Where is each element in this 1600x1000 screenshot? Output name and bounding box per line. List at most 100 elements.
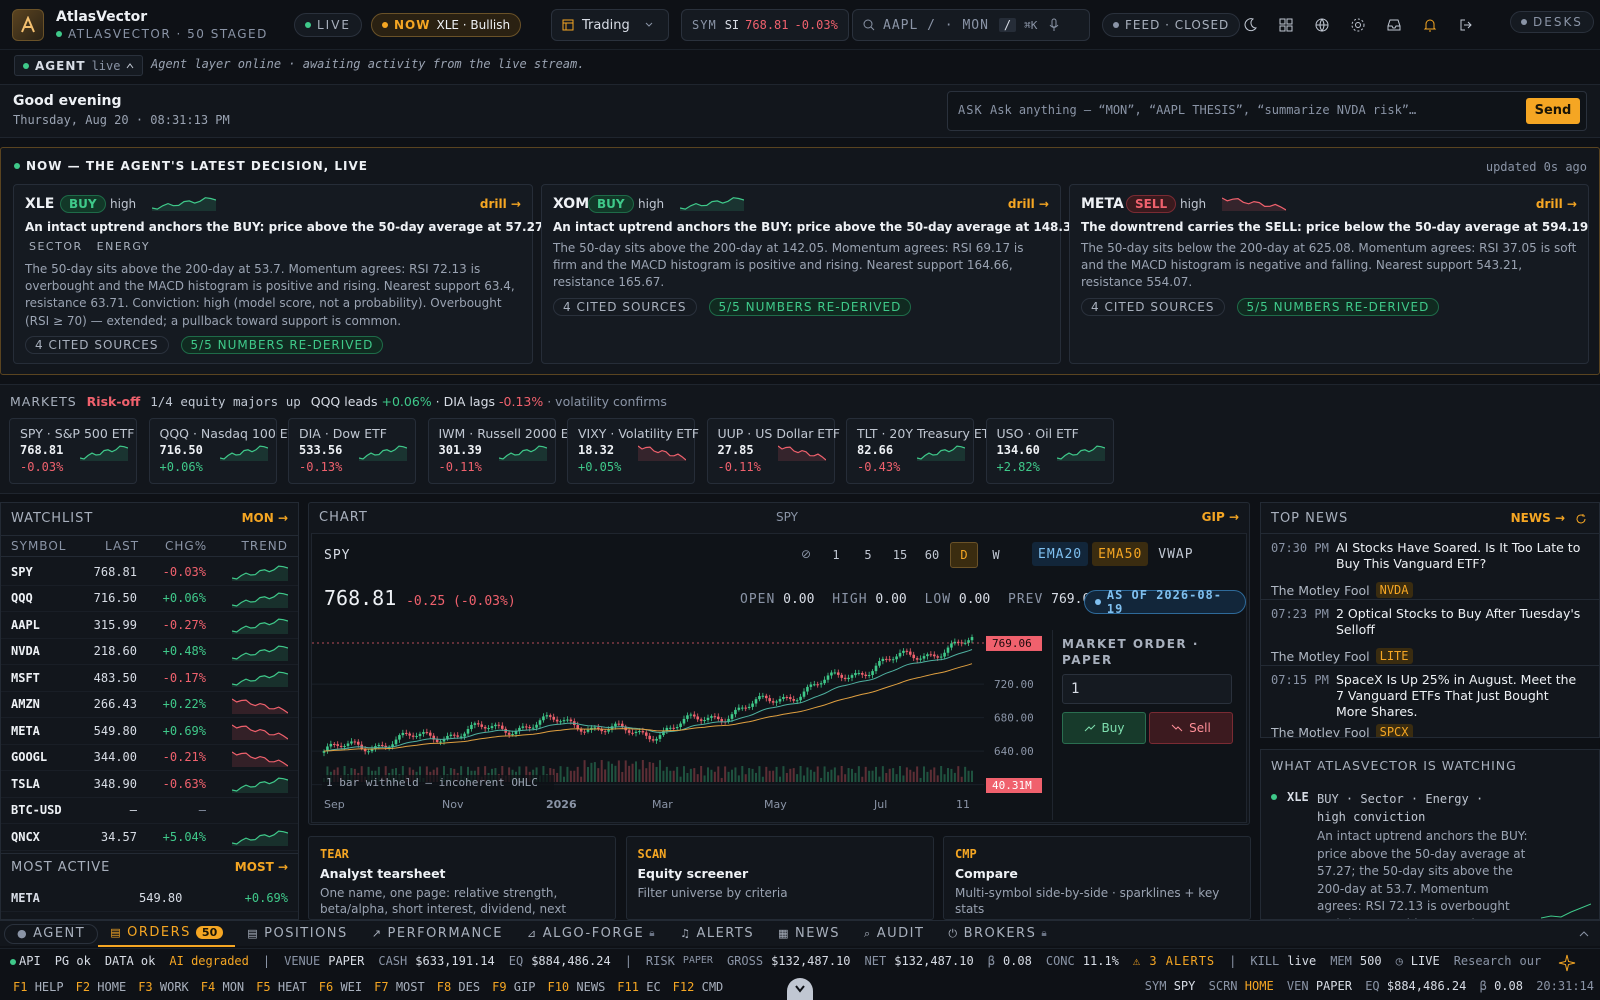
market-tile[interactable]: DIA · Dow ETF 533.56 -0.13% [288, 418, 416, 484]
market-tile[interactable]: SPY · S&P 500 ETF 768.81 -0.03% [9, 418, 137, 484]
interval-button[interactable]: 5 [854, 542, 882, 568]
refresh-icon[interactable] [1575, 513, 1587, 525]
news-item[interactable]: 07:30 PM AI Stocks Have Soared. Is It Too… [1261, 534, 1599, 600]
command-search[interactable]: AAPL / · MON / ⌘K [852, 9, 1090, 41]
news-link[interactable]: NEWS → [1511, 511, 1565, 525]
shortcut-card[interactable]: SCAN Equity screener Filter universe by cr… [625, 836, 934, 920]
interval-button[interactable]: 1 [822, 542, 850, 568]
shortcut-card[interactable]: CMP Compare Multi-symbol side-by-side · sp… [943, 836, 1251, 920]
tab-algo-forge[interactable]: ⊿ ALGO-FORGE 🔒︎ [515, 921, 668, 947]
symbol-quote[interactable]: SYM SI 768.81 -0.03% [681, 9, 849, 41]
drill-link[interactable]: drill → [480, 197, 521, 211]
decision-card[interactable]: XOM BUY high drill → An intact uptrend ancho… [541, 184, 1080, 364]
ask-box[interactable]: ASK Ask anything — “MON”, “AAPL THESIS”,… [947, 91, 1587, 131]
interval-button[interactable]: 15 [886, 542, 914, 568]
feed-status[interactable]: FEED · CLOSED [1102, 13, 1241, 37]
news-ticker-tag[interactable]: LITE [1375, 648, 1413, 664]
logout-icon[interactable] [1458, 17, 1474, 33]
tab-agent[interactable]: ● AGENT [4, 923, 99, 944]
watchlist-row[interactable]: MSFT 483.50 -0.17% [1, 665, 298, 692]
news-item[interactable]: 07:15 PM SpaceX Is Up 25% in August. Meet… [1261, 666, 1599, 737]
price-chart[interactable]: 720.00680.00640.00600.00769.0640.31M1 ba… [312, 630, 1050, 820]
grid-icon[interactable] [1278, 17, 1294, 33]
tab-alerts[interactable]: ♫ ALERTS [668, 921, 766, 947]
watchlist-row[interactable]: GOOGL 344.00 -0.21% [1, 745, 298, 771]
send-button[interactable]: Send [1526, 98, 1580, 124]
interval-button[interactable]: 60 [918, 542, 946, 568]
fkey-cmd[interactable]: F12 CMD [673, 980, 724, 994]
news-item[interactable]: 07:23 PM 2 Optical Stocks to Buy After Tu… [1261, 600, 1599, 666]
moon-icon[interactable] [1242, 17, 1258, 33]
watchlist-row[interactable]: AMZN 266.43 +0.22% [1, 692, 298, 718]
now-badge[interactable]: NOW XLE · Bullish [371, 13, 522, 37]
sparkle-icon[interactable] [1558, 954, 1576, 972]
drill-link[interactable]: drill → [1008, 197, 1049, 211]
shortcut-card[interactable]: TEAR Analyst tearsheet One name, one page:… [308, 836, 616, 920]
cited-sources-badge[interactable]: 4 CITED SOURCES [553, 297, 697, 316]
kill-switch[interactable]: live [1287, 954, 1316, 968]
fkey-wei[interactable]: F6 WEI [319, 980, 362, 994]
inbox-icon[interactable] [1386, 17, 1402, 33]
watchlist-row[interactable]: BTC-USD — — [1, 798, 298, 824]
fkey-home[interactable]: F2 HOME [76, 980, 127, 994]
watchlist-row[interactable]: SPY 768.81 -0.03% [1, 559, 298, 586]
bell-icon[interactable] [1422, 17, 1438, 33]
watchlist-row[interactable]: META 549.80 +0.69% [1, 718, 298, 745]
hide-icon[interactable]: ⊘ [794, 542, 818, 566]
alerts-count[interactable]: ⚠ 3 ALERTS [1133, 954, 1215, 968]
gear-icon[interactable] [1350, 17, 1366, 33]
fkey-gip[interactable]: F9 GIP [492, 980, 535, 994]
decision-card[interactable]: META SELL high drill → The downtrend carries… [1069, 184, 1589, 364]
interval-button[interactable]: W [982, 542, 1010, 568]
fkey-heat[interactable]: F5 HEAT [256, 980, 307, 994]
market-tile[interactable]: USO · Oil ETF 134.60 +2.82% [985, 418, 1114, 484]
news-ticker-tag[interactable]: NVDA [1375, 582, 1413, 598]
tab-news[interactable]: ▦ NEWS [766, 921, 852, 947]
tab-positions[interactable]: ▤ POSITIONS [235, 921, 360, 947]
drill-link[interactable]: drill → [1536, 197, 1577, 211]
live-badge[interactable]: LIVE [294, 13, 363, 37]
fkey-news[interactable]: F10 NEWS [547, 980, 605, 994]
rederived-badge[interactable]: 5/5 NUMBERS RE-DERIVED [1236, 297, 1440, 316]
as-of-badge[interactable]: AS OF 2026-08-19 [1084, 588, 1246, 616]
chart-gip-link[interactable]: GIP → [1202, 510, 1239, 524]
cited-sources-badge[interactable]: 4 CITED SOURCES [1081, 297, 1225, 316]
tab-orders[interactable]: ▤ ORDERS 50 [98, 921, 236, 947]
rederived-badge[interactable]: 5/5 NUMBERS RE-DERIVED [180, 335, 384, 354]
ask-input[interactable]: Ask anything — “MON”, “AAPL THESIS”, “su… [990, 103, 1416, 117]
rederived-badge[interactable]: 5/5 NUMBERS RE-DERIVED [708, 297, 912, 316]
watchlist-row[interactable]: AAPL 315.99 -0.27% [1, 612, 298, 639]
most-active-row[interactable]: META 549.80 +0.69% [1, 885, 298, 912]
market-tile[interactable]: VIXY · Volatility ETF 18.32 +0.05% [567, 418, 699, 484]
globe-icon[interactable] [1314, 17, 1330, 33]
watchlist-row[interactable]: NVDA 218.60 +0.48% [1, 639, 298, 665]
tab-brokers[interactable]: ⏻ BROKERS 🔒︎ [936, 921, 1060, 947]
scroll-down-button[interactable] [787, 978, 813, 1000]
market-tile[interactable]: QQQ · Nasdaq 100 ETF 716.50 +0.06% [148, 418, 303, 484]
fkey-ec[interactable]: F11 EC [617, 980, 660, 994]
watchlist-row[interactable]: TSLA 348.90 -0.63% [1, 771, 298, 798]
tab-performance[interactable]: ↗ PERFORMANCE [360, 921, 515, 947]
overlay-toggle[interactable]: EMA20 [1032, 542, 1089, 566]
sell-button[interactable]: Sell [1149, 712, 1233, 744]
app-logo[interactable] [12, 9, 44, 41]
market-tile[interactable]: UUP · US Dollar ETF 27.85 -0.11% [706, 418, 840, 484]
overlay-toggle[interactable]: VWAP [1152, 542, 1199, 566]
cited-sources-badge[interactable]: 4 CITED SOURCES [25, 335, 169, 354]
fkey-mon[interactable]: F4 MON [201, 980, 244, 994]
tab-audit[interactable]: ⌕ AUDIT [852, 921, 936, 947]
buy-button[interactable]: Buy [1062, 712, 1146, 744]
fkey-most[interactable]: F7 MOST [374, 980, 425, 994]
fkey-des[interactable]: F8 DES [437, 980, 480, 994]
decision-card[interactable]: XLE BUY high drill → An intact uptrend ancho… [13, 184, 543, 364]
news-ticker-tag[interactable]: SPCX [1375, 724, 1413, 737]
overlay-toggle[interactable]: EMA50 [1092, 542, 1149, 566]
watchlist-row[interactable]: QQQ 716.50 +0.06% [1, 586, 298, 612]
order-qty-input[interactable]: 1 [1062, 674, 1232, 704]
watchlist-row[interactable]: QNCX 34.57 +5.04% [1, 824, 298, 851]
fkey-work[interactable]: F3 WORK [138, 980, 189, 994]
market-tile[interactable]: TLT · 20Y Treasury ETF 82.66 -0.43% [846, 418, 997, 484]
most-active-link[interactable]: MOST → [235, 860, 288, 874]
workspace-select[interactable]: Trading [551, 9, 669, 41]
interval-button[interactable]: D [950, 542, 978, 568]
